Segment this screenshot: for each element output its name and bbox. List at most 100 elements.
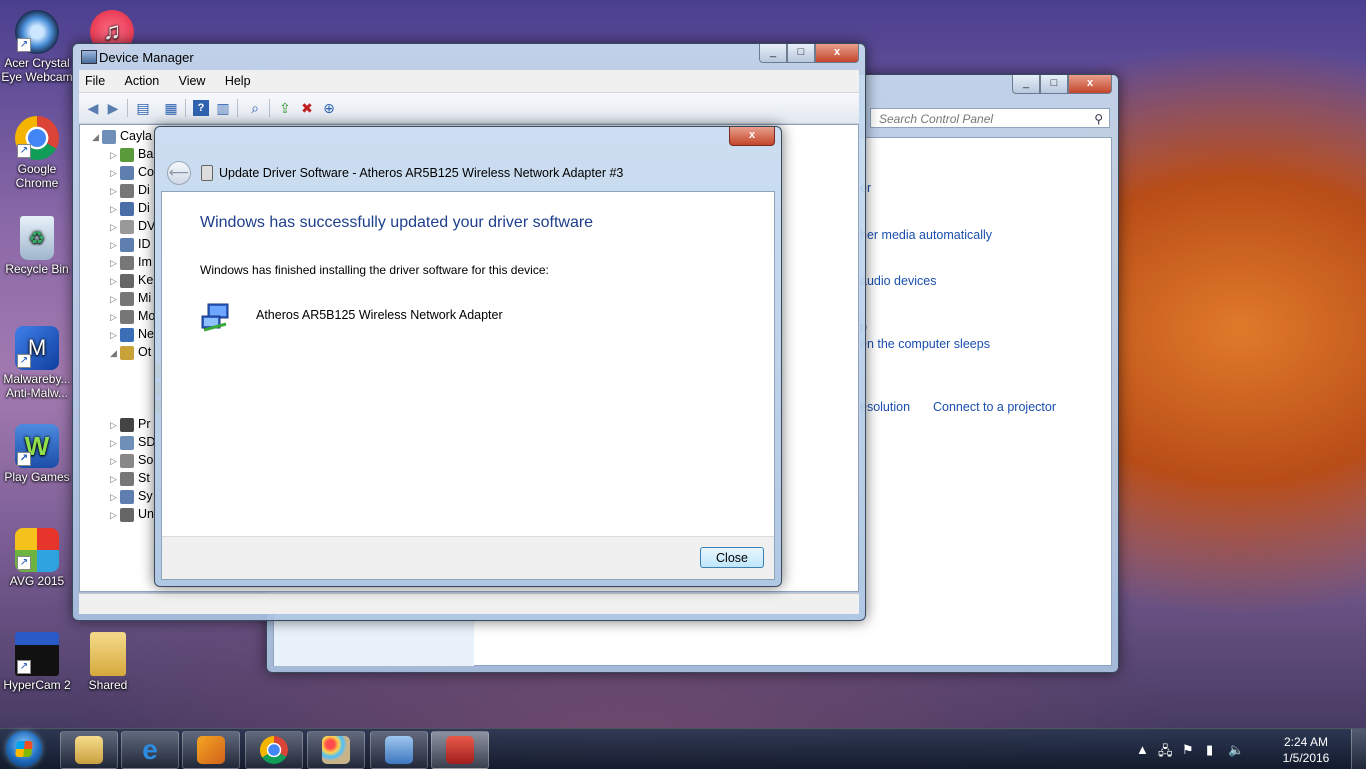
show-hidden-icons-icon[interactable]: ▲ (1136, 742, 1149, 757)
dialog-title: Update Driver Software - Atheros AR5B125… (219, 166, 624, 180)
clock[interactable]: 2:24 AM 1/5/2016 (1276, 734, 1336, 766)
update-driver-icon[interactable]: ⇪ (277, 100, 293, 116)
taskbar-control-panel[interactable] (370, 731, 428, 769)
view-icon[interactable]: ▥ (215, 100, 231, 116)
tree-category[interactable]: ▷ Ba (110, 147, 153, 163)
tree-category[interactable]: ▷ Im (110, 255, 152, 271)
desktop-icon-label: Play Games (4, 470, 70, 484)
tree-category[interactable]: ▷ Pr (110, 417, 151, 433)
device-manager-titlebar[interactable]: Device Manager _ □ x (73, 44, 865, 68)
expand-arrow-icon[interactable]: ▷ (110, 186, 120, 197)
battery-icon[interactable]: ▮ (1206, 742, 1213, 758)
menu-view[interactable]: View (173, 70, 212, 88)
menu-action[interactable]: Action (119, 70, 166, 88)
desktop-icon-avg[interactable]: ↗ AVG 2015 (1, 528, 73, 588)
expand-arrow-icon[interactable]: ▷ (110, 312, 120, 323)
desktop-icon-label: HyperCam 2 (3, 678, 71, 692)
search-icon[interactable]: ⚲ (1094, 109, 1103, 129)
expand-arrow-icon[interactable]: ▷ (110, 258, 120, 269)
desktop-icon-webcam[interactable]: ↗ Acer Crystal Eye Webcam (1, 10, 73, 84)
cp-link-autoplay[interactable]: her media automatically (860, 228, 992, 242)
cp-link-projector[interactable]: Connect to a projector (933, 400, 1056, 414)
avg-icon: ↗ (15, 528, 59, 572)
close-button[interactable]: x (1068, 75, 1112, 94)
expand-arrow-icon[interactable]: ▷ (110, 204, 120, 215)
disable-device-icon[interactable]: ⊕ (321, 100, 337, 116)
close-button[interactable]: Close (700, 547, 764, 568)
expand-arrow-icon[interactable]: ▷ (110, 150, 120, 161)
tree-category[interactable]: ▷ DV (110, 219, 155, 235)
tree-category[interactable]: ▷ ID (110, 237, 151, 253)
expand-arrow-icon[interactable]: ▷ (110, 492, 120, 503)
minimize-button[interactable]: _ (1012, 75, 1040, 94)
desktop-icon-hypercam[interactable]: ↗ HyperCam 2 (1, 632, 73, 692)
back-button[interactable]: ⟵ (167, 161, 191, 185)
tree-category[interactable]: ▷ SD (110, 435, 155, 451)
start-button[interactable] (6, 731, 42, 767)
expand-arrow-icon[interactable]: ▷ (110, 294, 120, 305)
expand-arrow-icon[interactable]: ▷ (110, 438, 120, 449)
show-desktop-button[interactable] (1351, 729, 1366, 769)
help-icon[interactable]: ? (193, 100, 209, 116)
tree-category[interactable]: ▷ Un (110, 507, 154, 523)
desktop-icon-malwarebytes[interactable]: M ↗ Malwareby... Anti-Malw... (1, 326, 73, 400)
minimize-button[interactable]: _ (759, 44, 787, 63)
network-icon[interactable]: 🖧 (1158, 742, 1173, 764)
uninstall-icon[interactable]: ✖ (299, 100, 315, 116)
expand-arrow-icon[interactable]: ▷ (110, 420, 120, 431)
scan-hardware-icon[interactable]: ⌕ (247, 100, 263, 116)
tree-category[interactable]: ◢ Ot (110, 345, 151, 361)
tree-category[interactable]: ▷ Mo (110, 309, 155, 325)
tree-label: Un (138, 507, 154, 521)
cp-link-sleep[interactable]: en the computer sleeps (860, 337, 990, 351)
tree-category[interactable]: ▷ Mi (110, 291, 151, 307)
taskbar-explorer[interactable] (60, 731, 118, 769)
cp-link-audio-devices[interactable]: audio devices (860, 274, 936, 288)
action-center-flag-icon[interactable]: ⚑ (1182, 742, 1194, 758)
close-button[interactable]: x (815, 44, 859, 63)
taskbar-media-player[interactable] (182, 731, 240, 769)
back-arrow-icon[interactable]: ◀ (85, 100, 101, 116)
expand-arrow-icon[interactable]: ▷ (110, 240, 120, 251)
expand-arrow-icon[interactable]: ▷ (110, 276, 120, 287)
maximize-button[interactable]: □ (787, 44, 815, 63)
tree-category[interactable]: ▷ Ne (110, 327, 154, 343)
expand-arrow-icon[interactable]: ▷ (110, 456, 120, 467)
tree-category[interactable]: ▷ Sy (110, 489, 153, 505)
desktop-icon-play-games[interactable]: W ↗ Play Games (1, 424, 73, 484)
menu-file[interactable]: File (79, 70, 111, 88)
tree-category[interactable]: ▷ Ke (110, 273, 153, 289)
properties-icon[interactable]: ▦ (163, 100, 179, 116)
maximize-button[interactable]: □ (1040, 75, 1068, 94)
forward-arrow-icon[interactable]: ▶ (105, 100, 121, 116)
menu-help[interactable]: Help (219, 70, 257, 88)
expand-arrow-icon[interactable]: ▷ (110, 510, 120, 521)
search-control-panel-input[interactable]: Search Control Panel ⚲ (870, 108, 1110, 128)
tree-category[interactable]: ▷ Co (110, 165, 154, 181)
toolbar: ◀ ▶ ▤ ▦ ? ▥ ⌕ ⇪ ✖ ⊕ (79, 93, 859, 124)
tree-category[interactable]: ▷ Di (110, 201, 150, 217)
desktop-icon-chrome[interactable]: ↗ Google Chrome (1, 116, 73, 190)
taskbar-chrome[interactable] (245, 731, 303, 769)
tree-label: Mi (138, 291, 152, 305)
windows-logo-icon (15, 741, 33, 757)
expand-arrow-icon[interactable]: ▷ (110, 330, 120, 341)
tree-root[interactable]: ◢ Cayla (92, 129, 152, 145)
cp-link-resolution[interactable]: esolution (860, 400, 910, 414)
tree-category[interactable]: ▷ Di (110, 183, 150, 199)
expand-arrow-icon[interactable]: ▷ (110, 474, 120, 485)
expand-arrow-icon[interactable]: ▷ (110, 168, 120, 179)
update-driver-dialog[interactable]: x ⟵ Update Driver Software - Atheros AR5… (154, 126, 782, 587)
desktop-icon-shared[interactable]: Shared (72, 632, 144, 692)
tree-category[interactable]: ▷ So (110, 453, 153, 469)
taskbar-ie[interactable]: e (121, 731, 179, 769)
desktop-icon-recycle-bin[interactable]: ♻ Recycle Bin (1, 216, 73, 276)
tree-category[interactable]: ▷ St (110, 471, 150, 487)
volume-icon[interactable]: 🔈 (1228, 742, 1244, 758)
taskbar-paint[interactable] (307, 731, 365, 769)
show-hide-tree-icon[interactable]: ▤ (135, 100, 151, 116)
dialog-close-button[interactable]: x (729, 127, 775, 146)
expand-arrow-icon[interactable]: ▷ (110, 222, 120, 233)
taskbar-device-manager[interactable] (431, 731, 489, 769)
expand-arrow-icon[interactable]: ◢ (110, 348, 120, 359)
